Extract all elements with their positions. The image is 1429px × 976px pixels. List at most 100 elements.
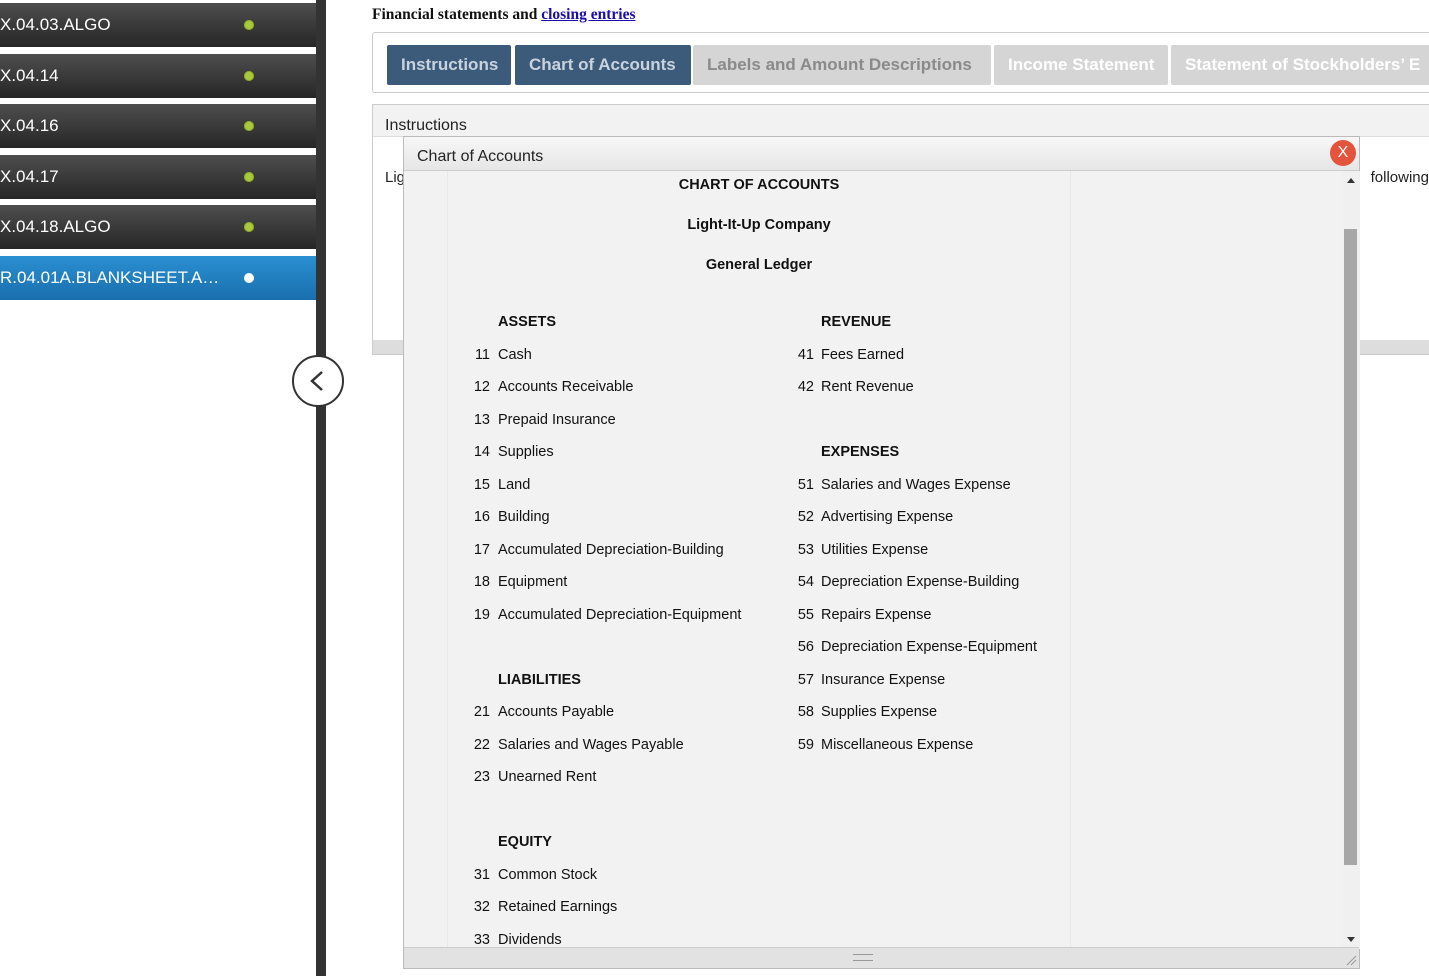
account-name: Prepaid Insurance: [498, 411, 616, 428]
account-number: 52: [797, 509, 814, 525]
check-icon: [244, 20, 254, 30]
account-name: Cash: [498, 346, 532, 363]
tab-labels-and-amount-descriptions[interactable]: Labels and Amount Descriptions: [693, 45, 991, 85]
close-button[interactable]: X: [1330, 140, 1356, 166]
account-number: 11: [474, 346, 490, 363]
sidebar-item[interactable]: X.04.17: [0, 155, 316, 199]
chevron-left-icon: [310, 371, 323, 391]
section-title: LIABILITIES: [498, 671, 581, 688]
resize-grip-icon[interactable]: [853, 954, 873, 961]
account-name: Accounts Receivable: [498, 379, 634, 395]
company-name: Light-It-Up Company: [687, 217, 831, 233]
tab-chart-of-accounts[interactable]: Chart of Accounts: [515, 45, 691, 85]
account-name: Repairs Expense: [821, 606, 932, 623]
page-title-text: Financial statements and: [372, 6, 542, 23]
tab-statement-of-stockholders-equity[interactable]: Statement of Stockholders’ E: [1171, 45, 1429, 85]
sidebar-item-label: R.04.01A.BLANKSHEET.A…: [0, 268, 220, 287]
account-number: 22: [473, 736, 490, 753]
account-number: 32: [473, 899, 490, 915]
account-name: Dividends: [498, 931, 562, 948]
instructions-panel-header: Instructions: [373, 105, 1429, 137]
account-name: Advertising Expense: [821, 509, 954, 525]
account-number: 18: [473, 574, 490, 590]
chart-of-accounts-dialog: Chart of Accounts X CHART OF ACCOUNTS Li…: [403, 136, 1360, 969]
check-icon: [244, 172, 254, 182]
account-number: 12: [473, 379, 490, 395]
scroll-down-arrow-icon[interactable]: [1342, 931, 1360, 947]
account-name: Depreciation Expense-Equipment: [821, 639, 1038, 655]
closing-entries-link[interactable]: closing entries: [541, 6, 635, 23]
sidebar-item-label: X.04.03.ALGO: [0, 15, 111, 34]
account-name: Accounts Payable: [498, 704, 615, 720]
account-number: 17: [473, 541, 490, 558]
account-number: 58: [797, 704, 814, 720]
account-number: 53: [797, 541, 814, 558]
account-name: Supplies Expense: [821, 704, 938, 720]
account-number: 41: [797, 346, 814, 363]
account-number: 59: [797, 736, 814, 753]
check-icon: [244, 222, 254, 232]
account-number: 14: [473, 444, 490, 460]
account-name: Accumulated Depreciation-Equipment: [498, 606, 742, 623]
sidebar-divider: [316, 0, 326, 976]
account-number: 56: [797, 639, 814, 655]
section-title: EQUITY: [498, 834, 552, 850]
account-number: 15: [473, 476, 490, 493]
tab-income-statement[interactable]: Income Statement: [994, 45, 1168, 85]
scroll-up-arrow-icon[interactable]: [1342, 173, 1360, 189]
sidebar-item[interactable]: X.04.03.ALGO: [0, 3, 316, 47]
sidebar-item[interactable]: X.04.14: [0, 54, 316, 98]
chart-of-accounts-sheet: CHART OF ACCOUNTS Light-It-Up Company Ge…: [447, 171, 1071, 949]
section-title: EXPENSES: [821, 444, 900, 460]
sidebar-item[interactable]: X.04.16: [0, 104, 316, 148]
dialog-footer: [404, 947, 1359, 968]
account-number: 42: [797, 379, 814, 395]
account-name: Retained Earnings: [498, 899, 618, 915]
check-icon: [244, 121, 254, 131]
coa-heading: CHART OF ACCOUNTS: [678, 177, 840, 193]
sidebar-item[interactable]: X.04.18.ALGO: [0, 205, 316, 249]
sidebar-item-label: X.04.14: [0, 66, 59, 85]
collapse-sidebar-button[interactable]: [292, 355, 344, 407]
account-name: Unearned Rent: [498, 769, 597, 785]
dialog-body[interactable]: CHART OF ACCOUNTS Light-It-Up Company Ge…: [404, 171, 1342, 949]
account-number: 51: [797, 476, 814, 493]
account-name: Miscellaneous Expense: [821, 736, 974, 753]
account-name: Supplies: [498, 444, 554, 460]
account-number: 16: [473, 509, 490, 525]
account-name: Salaries and Wages Expense: [821, 476, 1011, 493]
sidebar-item-label: X.04.18.ALGO: [0, 217, 111, 236]
account-number: 31: [473, 866, 490, 883]
account-name: Insurance Expense: [821, 671, 946, 688]
account-name: Salaries and Wages Payable: [498, 736, 684, 753]
tab-instructions[interactable]: Instructions: [387, 45, 511, 85]
page-title: Financial statements and closing entries: [372, 6, 636, 24]
section-title: REVENUE: [821, 314, 892, 330]
account-number: 21: [473, 704, 490, 720]
account-number: 57: [797, 671, 814, 688]
account-name: Building: [498, 509, 550, 525]
instructions-text-fragment: following: [1370, 169, 1429, 186]
account-number: 55: [797, 606, 814, 623]
sidebar-item-label: X.04.17: [0, 167, 59, 186]
vertical-scrollbar[interactable]: [1342, 171, 1360, 949]
sidebar-item-label: X.04.16: [0, 116, 59, 135]
account-number: 54: [797, 574, 814, 590]
account-name: Land: [498, 476, 531, 493]
current-dot-icon: [244, 273, 254, 283]
scrollbar-thumb[interactable]: [1344, 229, 1357, 865]
sidebar-item-current[interactable]: R.04.01A.BLANKSHEET.A…: [0, 256, 316, 300]
account-name: Fees Earned: [821, 346, 905, 363]
account-number: 13: [473, 411, 490, 428]
account-name: Rent Revenue: [821, 379, 914, 395]
account-name: Common Stock: [498, 866, 598, 883]
account-name: Utilities Expense: [821, 541, 929, 558]
dialog-title: Chart of Accounts: [417, 148, 544, 165]
check-icon: [244, 71, 254, 81]
account-name: Accumulated Depreciation-Building: [498, 541, 724, 558]
instructions-panel-title: Instructions: [385, 117, 467, 134]
tab-bar: Instructions Chart of Accounts Labels an…: [372, 32, 1429, 93]
account-number: 19: [473, 606, 490, 623]
resize-corner-icon[interactable]: [1345, 954, 1357, 966]
dialog-header[interactable]: Chart of Accounts X: [404, 137, 1359, 171]
